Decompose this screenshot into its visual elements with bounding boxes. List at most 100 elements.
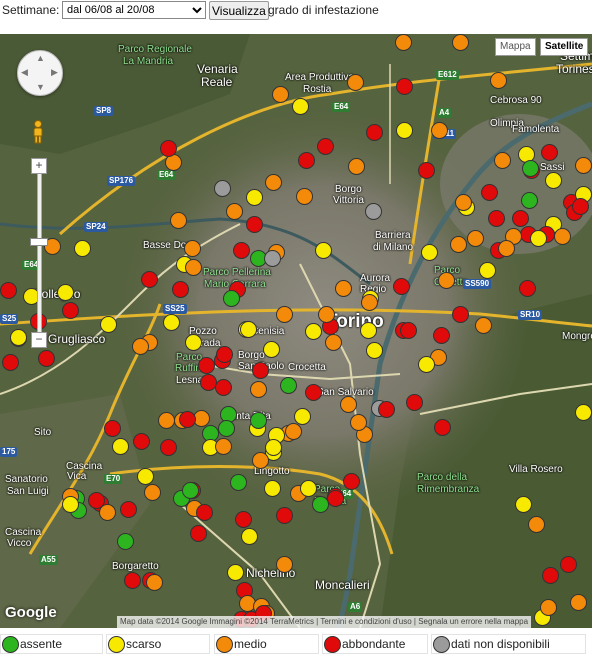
infestation-marker[interactable] bbox=[276, 306, 293, 323]
infestation-marker[interactable] bbox=[0, 282, 17, 299]
pan-left-icon[interactable]: ◀ bbox=[21, 67, 28, 78]
infestation-marker[interactable] bbox=[317, 138, 334, 155]
infestation-marker[interactable] bbox=[575, 157, 592, 174]
infestation-marker[interactable] bbox=[360, 322, 377, 339]
zoom-in-icon[interactable]: + bbox=[31, 158, 47, 174]
infestation-marker[interactable] bbox=[233, 242, 250, 259]
infestation-marker[interactable] bbox=[300, 480, 317, 497]
infestation-marker[interactable] bbox=[494, 152, 511, 169]
infestation-marker[interactable] bbox=[395, 34, 412, 51]
infestation-marker[interactable] bbox=[396, 122, 413, 139]
infestation-marker[interactable] bbox=[498, 240, 515, 257]
infestation-marker[interactable] bbox=[467, 230, 484, 247]
infestation-marker[interactable] bbox=[276, 556, 293, 573]
infestation-marker[interactable] bbox=[250, 412, 267, 429]
infestation-marker[interactable] bbox=[285, 423, 302, 440]
infestation-marker[interactable] bbox=[294, 408, 311, 425]
infestation-marker[interactable] bbox=[365, 203, 382, 220]
pan-right-icon[interactable]: ▶ bbox=[51, 67, 58, 78]
infestation-marker[interactable] bbox=[325, 334, 342, 351]
infestation-marker[interactable] bbox=[214, 180, 231, 197]
infestation-marker[interactable] bbox=[198, 357, 215, 374]
infestation-marker[interactable] bbox=[218, 420, 235, 437]
infestation-marker[interactable] bbox=[488, 210, 505, 227]
infestation-marker[interactable] bbox=[305, 323, 322, 340]
infestation-marker[interactable] bbox=[120, 501, 137, 518]
infestation-marker[interactable] bbox=[366, 124, 383, 141]
infestation-marker[interactable] bbox=[137, 468, 154, 485]
infestation-marker[interactable] bbox=[418, 356, 435, 373]
infestation-marker[interactable] bbox=[554, 228, 571, 245]
infestation-marker[interactable] bbox=[133, 433, 150, 450]
infestation-marker[interactable] bbox=[196, 504, 213, 521]
infestation-marker[interactable] bbox=[252, 452, 269, 469]
infestation-marker[interactable] bbox=[215, 379, 232, 396]
infestation-marker[interactable] bbox=[264, 250, 281, 267]
infestation-marker[interactable] bbox=[252, 362, 269, 379]
infestation-marker[interactable] bbox=[163, 314, 180, 331]
map-canvas[interactable]: Venaria Reale Parco Regionale La Mandria Are… bbox=[0, 34, 592, 628]
pan-control-icon[interactable]: ▲ ▼ ◀ ▶ bbox=[17, 50, 63, 96]
infestation-marker[interactable] bbox=[179, 411, 196, 428]
infestation-marker[interactable] bbox=[540, 599, 557, 616]
infestation-marker[interactable] bbox=[393, 278, 410, 295]
infestation-marker[interactable] bbox=[276, 507, 293, 524]
infestation-marker[interactable] bbox=[315, 242, 332, 259]
pan-down-icon[interactable]: ▼ bbox=[36, 82, 45, 92]
infestation-marker[interactable] bbox=[452, 306, 469, 323]
infestation-marker[interactable] bbox=[170, 212, 187, 229]
infestation-marker[interactable] bbox=[226, 203, 243, 220]
map-type-roadmap-button[interactable]: Mappa bbox=[495, 38, 536, 56]
infestation-marker[interactable] bbox=[475, 317, 492, 334]
pan-up-icon[interactable]: ▲ bbox=[36, 53, 45, 63]
infestation-marker[interactable] bbox=[160, 140, 177, 157]
infestation-marker[interactable] bbox=[104, 420, 121, 437]
infestation-marker[interactable] bbox=[400, 322, 417, 339]
infestation-marker[interactable] bbox=[528, 516, 545, 533]
infestation-marker[interactable] bbox=[223, 290, 240, 307]
infestation-marker[interactable] bbox=[452, 34, 469, 51]
infestation-marker[interactable] bbox=[575, 404, 592, 421]
infestation-marker[interactable] bbox=[184, 240, 201, 257]
infestation-marker[interactable] bbox=[433, 327, 450, 344]
infestation-marker[interactable] bbox=[117, 533, 134, 550]
infestation-marker[interactable] bbox=[240, 321, 257, 338]
show-button[interactable]: Visualizza bbox=[209, 1, 269, 20]
infestation-marker[interactable] bbox=[318, 306, 335, 323]
infestation-marker[interactable] bbox=[246, 216, 263, 233]
infestation-marker[interactable] bbox=[455, 194, 472, 211]
infestation-marker[interactable] bbox=[335, 280, 352, 297]
infestation-marker[interactable] bbox=[431, 122, 448, 139]
infestation-marker[interactable] bbox=[522, 160, 539, 177]
infestation-marker[interactable] bbox=[99, 504, 116, 521]
infestation-marker[interactable] bbox=[265, 174, 282, 191]
infestation-marker[interactable] bbox=[292, 98, 309, 115]
infestation-marker[interactable] bbox=[160, 439, 177, 456]
infestation-marker[interactable] bbox=[185, 259, 202, 276]
infestation-marker[interactable] bbox=[2, 354, 19, 371]
map-type-satellite-button[interactable]: Satellite bbox=[540, 38, 589, 56]
zoom-out-icon[interactable]: − bbox=[31, 332, 47, 348]
infestation-marker[interactable] bbox=[227, 564, 244, 581]
infestation-marker[interactable] bbox=[541, 144, 558, 161]
infestation-marker[interactable] bbox=[347, 74, 364, 91]
map-attribution[interactable]: Map data ©2014 Google Immagini ©2014 Ter… bbox=[117, 616, 532, 628]
infestation-marker[interactable] bbox=[215, 438, 232, 455]
infestation-marker[interactable] bbox=[378, 401, 395, 418]
zoom-slider-thumb[interactable] bbox=[30, 238, 48, 246]
infestation-marker[interactable] bbox=[545, 172, 562, 189]
infestation-marker[interactable] bbox=[62, 302, 79, 319]
infestation-marker[interactable] bbox=[479, 262, 496, 279]
infestation-marker[interactable] bbox=[132, 338, 149, 355]
infestation-marker[interactable] bbox=[515, 496, 532, 513]
infestation-marker[interactable] bbox=[250, 381, 267, 398]
infestation-marker[interactable] bbox=[340, 396, 357, 413]
infestation-marker[interactable] bbox=[421, 244, 438, 261]
infestation-marker[interactable] bbox=[450, 236, 467, 253]
infestation-marker[interactable] bbox=[406, 394, 423, 411]
infestation-marker[interactable] bbox=[438, 272, 455, 289]
infestation-marker[interactable] bbox=[396, 78, 413, 95]
weeks-select[interactable]: dal 06/08 al 20/08 bbox=[62, 1, 206, 19]
infestation-marker[interactable] bbox=[100, 316, 117, 333]
infestation-marker[interactable] bbox=[542, 567, 559, 584]
